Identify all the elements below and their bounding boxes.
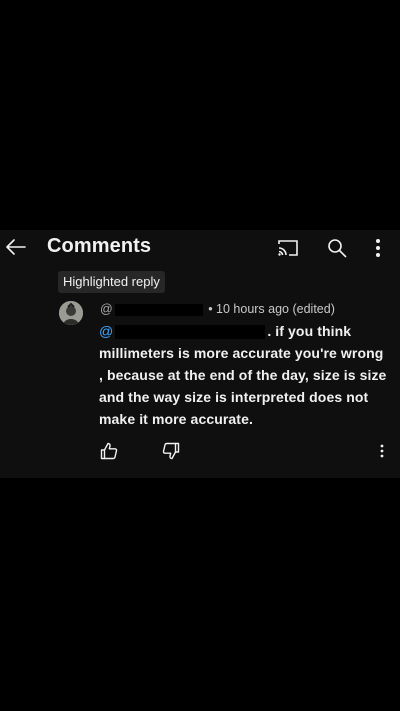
mention-link[interactable]: @ [99,323,113,339]
comment-timestamp: • 10 hours ago (edited) [208,302,335,316]
comment-meta: @ • 10 hours ago (edited) [100,302,335,316]
comment-text: millimeters is more accurate you're wron… [99,345,387,427]
comments-header: Comments [0,230,400,264]
comment-author-handle[interactable]: @ [100,302,113,316]
comment-actions [96,440,392,464]
search-icon [328,239,347,258]
thumbs-up-icon [100,442,118,460]
cast-button[interactable] [276,236,300,260]
cast-icon [278,240,298,256]
comment-body: @ . if you think millimeters is more accu… [99,320,391,430]
redacted-block [115,325,266,340]
comment-text-start: . if you think [267,323,352,339]
page-title: Comments [47,235,152,257]
more-vert-icon [380,444,384,458]
like-button[interactable] [98,440,120,462]
arrow-left-icon [6,239,26,255]
more-options-button[interactable] [366,236,390,260]
highlighted-reply-badge: Highlighted reply [58,271,165,293]
avatar[interactable] [59,301,83,325]
back-button[interactable] [4,234,28,260]
page: Comments Highlighted reply @ • 10 hours … [0,0,400,711]
dislike-button[interactable] [160,440,182,462]
redacted-block [114,303,203,316]
more-vert-icon [376,239,380,257]
avatar-image-icon [59,301,83,325]
comment-first-line: @ . if you think [99,320,391,342]
comments-panel: Comments Highlighted reply @ • 10 hours … [0,230,400,478]
thumbs-down-icon [162,442,180,460]
search-button[interactable] [325,236,349,260]
comment-more-button[interactable] [371,440,393,462]
